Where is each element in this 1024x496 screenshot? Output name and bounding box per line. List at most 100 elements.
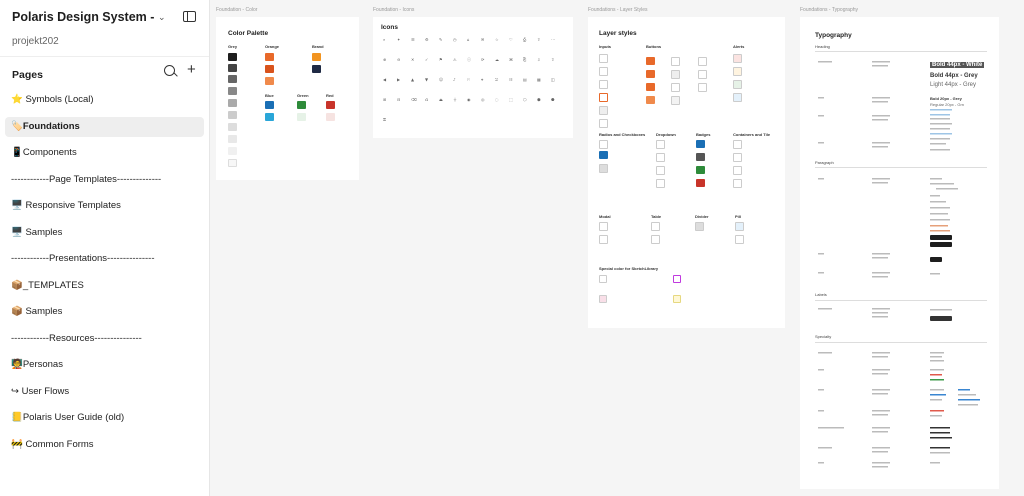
page-item[interactable]: ------------Page Templates-------------- [5, 170, 204, 191]
page-item[interactable]: ⭐ Symbols (Local) [5, 90, 204, 111]
style-alert-2[interactable] [733, 67, 742, 76]
swatch-brand-2[interactable] [312, 65, 321, 73]
style-button-9[interactable] [698, 57, 707, 66]
swatch-grey-1[interactable] [228, 53, 237, 61]
frame-label-layer[interactable]: Foundations - Layer Styles [588, 7, 647, 13]
page-item[interactable]: 📱Components [5, 143, 204, 164]
swatch-grey-2[interactable] [228, 64, 237, 72]
page-item[interactable]: 🚧 Common Forms [5, 435, 204, 456]
file-title[interactable]: Polaris Design System - ... [12, 10, 157, 24]
page-item[interactable]: ↪ User Flows [5, 382, 204, 403]
style-divider-1[interactable] [695, 222, 704, 231]
page-item[interactable]: 🏷️Foundations [5, 116, 204, 137]
swatch-red-2[interactable] [326, 113, 335, 121]
style-radio-2[interactable] [599, 151, 608, 159]
style-radio-1[interactable] [599, 140, 608, 149]
style-button-11[interactable] [698, 83, 707, 92]
page-item[interactable]: 📦_TEMPLATES [5, 276, 204, 297]
style-modal-2[interactable] [599, 235, 608, 244]
style-input-1[interactable] [599, 54, 608, 63]
style-input-4[interactable] [599, 93, 608, 102]
style-dropdown-4[interactable] [656, 179, 665, 188]
frame-label-typography[interactable]: Foundations - Typography [800, 7, 858, 13]
page-item[interactable]: 🧑‍🏫Personas [5, 355, 204, 376]
frame-icons[interactable]: Icons ⌕ ✦ ☰ ⚙ ✎ ◷ ⌂ ✉ ☆ ♡ ⎙ ⇪ ⋯ ⊕ ⊖ ✕ ✓ ⚑ ⚠ ⓘ ⟳ ☁ ⌘ ⎘ ⇩ ⇧ ◀ ▶ ▲ ▼ ☺ ♪… [373, 17, 573, 138]
swatch-grey-3[interactable] [228, 75, 237, 83]
swatch-grey-4[interactable] [228, 87, 237, 95]
chevron-down-icon[interactable]: ⌄ [158, 12, 166, 23]
swatch-grey-10[interactable] [228, 159, 237, 167]
page-item[interactable]: 📒Polaris User Guide (old) [5, 408, 204, 429]
style-alert-4[interactable] [733, 93, 742, 102]
frame-typography[interactable]: Typography Heading Bold 44px - White Bol… [800, 17, 999, 489]
style-button-5[interactable] [671, 57, 680, 66]
frame-label-icons[interactable]: Foundation - Icons [373, 7, 414, 13]
frame-color-palette[interactable]: Color Palette Grey Orange Brand Blue Gre… [216, 17, 359, 180]
sample-dark-3[interactable] [930, 257, 942, 262]
swatch-green-2[interactable] [297, 113, 306, 121]
style-container-1[interactable] [733, 140, 742, 149]
sidebar-toggle-icon[interactable] [183, 11, 196, 22]
sample-label-dark[interactable] [930, 316, 952, 321]
style-button-6[interactable] [671, 70, 680, 79]
style-badge-2[interactable] [696, 153, 705, 161]
style-pill-2[interactable] [735, 235, 744, 244]
swatch-blue-1[interactable] [265, 101, 274, 109]
swatch-orange-2[interactable] [265, 65, 274, 73]
style-badge-3[interactable] [696, 166, 705, 174]
style-button-1[interactable] [646, 57, 655, 65]
swatch-grey-9[interactable] [228, 147, 237, 155]
search-icon[interactable] [164, 65, 175, 76]
swatch-grey-5[interactable] [228, 99, 237, 107]
style-button-7[interactable] [671, 83, 680, 92]
style-container-2[interactable] [733, 153, 742, 162]
style-dropdown-3[interactable] [656, 166, 665, 175]
style-button-2[interactable] [646, 70, 655, 78]
style-container-3[interactable] [733, 166, 742, 175]
swatch-grey-8[interactable] [228, 135, 237, 143]
project-name[interactable]: projekt202 [12, 36, 197, 47]
style-dropdown-1[interactable] [656, 140, 665, 149]
frame-label-color[interactable]: Foundation - Color [216, 7, 257, 13]
style-alert-3[interactable] [733, 80, 742, 89]
style-input-5[interactable] [599, 106, 608, 115]
style-input-2[interactable] [599, 67, 608, 76]
style-special-2[interactable] [599, 295, 607, 303]
style-input-6[interactable] [599, 119, 608, 128]
swatch-orange-3[interactable] [265, 77, 274, 85]
sample-bold-grey[interactable]: Bold 44px - Grey [930, 73, 978, 79]
design-canvas[interactable]: Foundation - Color Color Palette Grey Or… [211, 0, 1024, 496]
page-item[interactable]: ------------Resources--------------- [5, 329, 204, 350]
swatch-green-1[interactable] [297, 101, 306, 109]
page-item[interactable]: ------------Presentations--------------- [5, 249, 204, 270]
style-special-1[interactable] [599, 275, 607, 283]
style-input-3[interactable] [599, 80, 608, 89]
style-table-2[interactable] [651, 235, 660, 244]
style-badge-4[interactable] [696, 179, 705, 187]
style-pill-1[interactable] [735, 222, 744, 231]
sample-bold-white[interactable]: Bold 44px - White [930, 62, 985, 68]
sample-regular-20[interactable]: Regular 20px - Grn [930, 102, 964, 107]
style-badge-1[interactable] [696, 140, 705, 148]
sample-bold-20[interactable]: Bold 20px - Grey [930, 96, 962, 101]
style-radio-3[interactable] [599, 164, 608, 173]
sample-light-grey[interactable]: Light 44px - Grey [930, 82, 976, 88]
swatch-blue-2[interactable] [265, 113, 274, 121]
style-special-3[interactable] [673, 275, 681, 283]
style-button-4[interactable] [646, 96, 655, 104]
swatch-grey-6[interactable] [228, 111, 237, 119]
add-page-icon[interactable]: + [187, 62, 196, 77]
page-item[interactable]: 🖥️ Samples [5, 223, 204, 244]
swatch-orange-1[interactable] [265, 53, 274, 61]
sample-dark-2[interactable] [930, 242, 952, 247]
swatch-brand-1[interactable] [312, 53, 321, 61]
style-modal-1[interactable] [599, 222, 608, 231]
style-special-4[interactable] [673, 295, 681, 303]
style-container-4[interactable] [733, 179, 742, 188]
style-dropdown-2[interactable] [656, 153, 665, 162]
swatch-red-1[interactable] [326, 101, 335, 109]
swatch-grey-7[interactable] [228, 123, 237, 131]
style-alert-1[interactable] [733, 54, 742, 63]
style-table-1[interactable] [651, 222, 660, 231]
style-button-3[interactable] [646, 83, 655, 91]
